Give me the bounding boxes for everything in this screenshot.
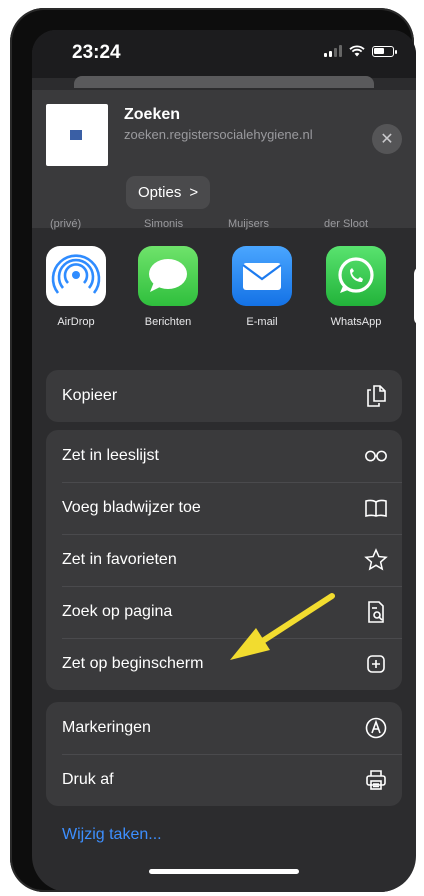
annotation-arrow bbox=[230, 593, 335, 660]
